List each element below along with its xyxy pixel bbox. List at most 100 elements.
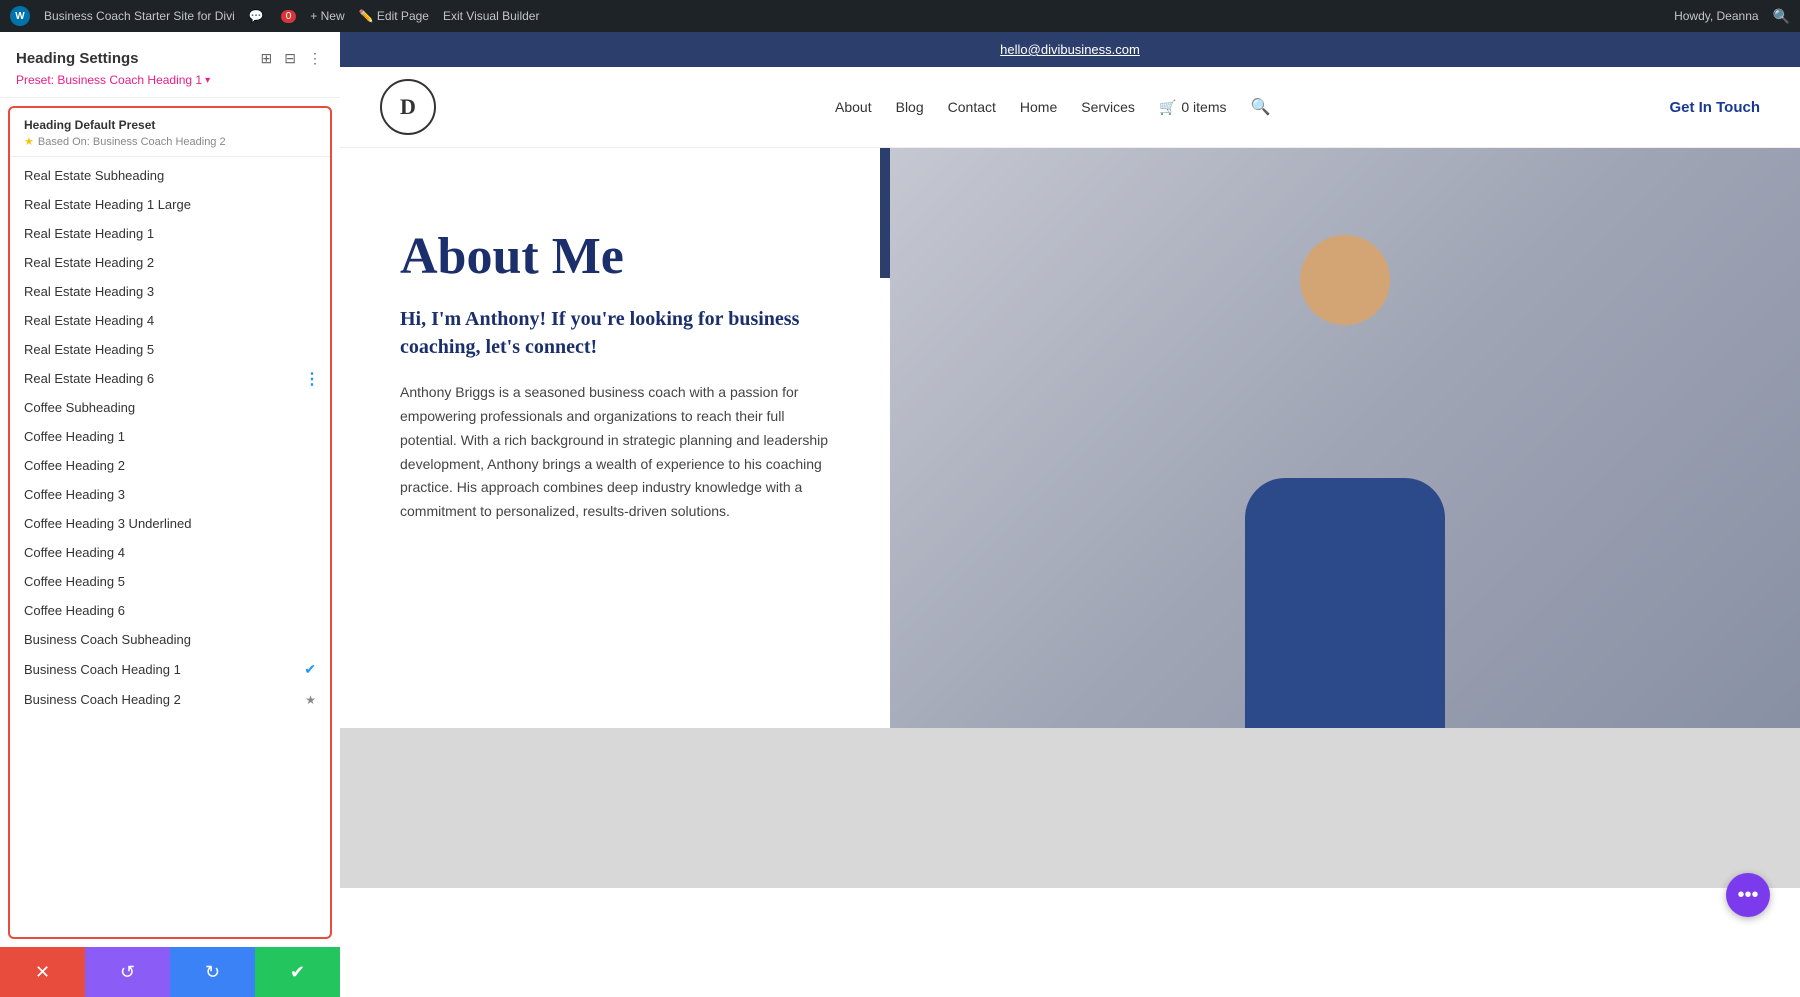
close-button[interactable]: ✕ [0,947,85,997]
main-layout: Heading Settings ⊞ ⊟ ⋮ Preset: Business … [0,32,1800,997]
comments-icon[interactable]: 💬 [249,9,264,23]
nav-contact[interactable]: Contact [948,99,996,115]
preset-arrow-icon: ▾ [205,75,210,86]
preset-item-business-coach-heading-1[interactable]: Business Coach Heading 1✔ [10,654,330,685]
admin-bar: W Business Coach Starter Site for Divi 💬… [0,0,1800,32]
about-subheading: Hi, I'm Anthony! If you're looking for b… [400,305,830,361]
admin-bar-left: W Business Coach Starter Site for Divi 💬… [10,6,539,26]
person-figure [890,148,1800,728]
preset-item-real-estate-subheading[interactable]: Real Estate Subheading [10,161,330,190]
default-preset-based: ★ Based On: Business Coach Heading 2 [24,135,316,148]
undo-button[interactable]: ↺ [85,947,170,997]
floating-action-button[interactable]: ••• [1726,873,1770,917]
star-icon: ★ [24,135,34,148]
site-name-link[interactable]: Business Coach Starter Site for Divi [44,9,235,23]
preset-item-coffee-heading-2[interactable]: Coffee Heading 2 [10,451,330,480]
nav-blog[interactable]: Blog [896,99,924,115]
preset-item-label: Coffee Heading 4 [24,545,316,560]
panel-title-icons: ⊞ ⊟ ⋮ [259,48,324,69]
redo-button[interactable]: ↻ [170,947,255,997]
preset-check-icon: ✔ [304,661,316,678]
preset-item-label: Coffee Heading 1 [24,429,316,444]
site-logo[interactable]: D [380,79,436,135]
preset-item-label: Real Estate Heading 1 [24,226,316,241]
gray-footer-area [340,728,1800,888]
preset-item-label: Real Estate Heading 4 [24,313,316,328]
preset-item-label: Real Estate Subheading [24,168,316,183]
preset-item-real-estate-heading-5[interactable]: Real Estate Heading 5 [10,335,330,364]
preset-item-real-estate-heading-2[interactable]: Real Estate Heading 2 [10,248,330,277]
preset-item-label: Business Coach Heading 1 [24,662,304,677]
preset-item-label: Business Coach Subheading [24,632,316,647]
close-icon: ✕ [35,962,50,983]
preset-item-coffee-heading-3[interactable]: Coffee Heading 3 [10,480,330,509]
about-heading: About Me [400,228,830,285]
nav-services[interactable]: Services [1081,99,1135,115]
site-navigation: D About Blog Contact Home Services 🛒 0 i… [340,67,1800,148]
preset-item-coffee-subheading[interactable]: Coffee Subheading [10,393,330,422]
preset-item-label: Coffee Heading 6 [24,603,316,618]
person-head [1300,235,1390,325]
more-icon-button[interactable]: ⋮ [306,48,324,69]
nav-about[interactable]: About [835,99,872,115]
edit-page-link[interactable]: ✏️ Edit Page [359,9,429,23]
wp-logo-icon[interactable]: W [10,6,30,26]
preset-item-label: Real Estate Heading 5 [24,342,316,357]
nav-search-button[interactable]: 🔍 [1251,97,1271,117]
right-panel: hello@divibusiness.com D About Blog Cont… [340,32,1800,997]
preset-item-coffee-heading-5[interactable]: Coffee Heading 5 [10,567,330,596]
undo-icon: ↺ [120,962,135,983]
preset-item-real-estate-heading-3[interactable]: Real Estate Heading 3 [10,277,330,306]
new-button[interactable]: + New [310,9,344,23]
panel-title-row: Heading Settings ⊞ ⊟ ⋮ [16,48,324,69]
nav-home[interactable]: Home [1020,99,1057,115]
person-body [1245,478,1445,728]
preset-item-label: Coffee Heading 5 [24,574,316,589]
preset-item-business-coach-heading-2[interactable]: Business Coach Heading 2★ [10,685,330,714]
admin-search-icon[interactable]: 🔍 [1773,8,1790,25]
preset-item-real-estate-heading-4[interactable]: Real Estate Heading 4 [10,306,330,335]
nav-links: About Blog Contact Home Services 🛒 0 ite… [835,97,1270,117]
about-section: About Me Hi, I'm Anthony! If you're look… [340,148,1800,728]
howdy-text: Howdy, Deanna [1674,9,1759,23]
preset-dots-icon[interactable]: ⋮ [304,369,320,389]
preset-item-coffee-heading-4[interactable]: Coffee Heading 4 [10,538,330,567]
preset-list: Real Estate Subheading Real Estate Headin… [10,157,330,718]
preset-item-real-estate-heading-1[interactable]: Real Estate Heading 1 [10,219,330,248]
preset-item-real-estate-heading-6[interactable]: Real Estate Heading 6⋮ [10,364,330,393]
cart-count: 0 items [1181,99,1226,115]
preset-item-label: Real Estate Heading 6 [24,371,316,386]
split-icon-button[interactable]: ⊟ [282,48,298,69]
preset-label-text: Preset: Business Coach Heading 1 [16,73,202,87]
comment-count-badge: 0 [281,10,297,23]
layout-icon-button[interactable]: ⊞ [259,48,275,69]
site-email-link[interactable]: hello@divibusiness.com [1000,42,1140,57]
save-button[interactable]: ✔ [255,947,340,997]
about-body-text: Anthony Briggs is a seasoned business co… [400,381,830,524]
site-email-bar: hello@divibusiness.com [340,32,1800,67]
about-image-column [880,148,1800,728]
redo-icon: ↻ [205,962,220,983]
admin-bar-right: Howdy, Deanna 🔍 [1674,8,1790,25]
preset-item-label: Real Estate Heading 1 Large [24,197,316,212]
preset-star-icon: ★ [305,693,316,707]
nav-cta[interactable]: Get In Touch [1669,99,1760,116]
exit-visual-builder-link[interactable]: Exit Visual Builder [443,9,540,23]
preset-item-coffee-heading-3-underlined[interactable]: Coffee Heading 3 Underlined [10,509,330,538]
left-panel: Heading Settings ⊞ ⊟ ⋮ Preset: Business … [0,32,340,997]
cart-icon: 🛒 [1159,99,1176,116]
floating-action-icon: ••• [1737,884,1758,907]
preset-item-coffee-heading-1[interactable]: Coffee Heading 1 [10,422,330,451]
about-content: About Me Hi, I'm Anthony! If you're look… [340,148,880,728]
preset-item-label: Business Coach Heading 2 [24,692,305,707]
preset-item-coffee-heading-6[interactable]: Coffee Heading 6 [10,596,330,625]
based-on-text: Based On: Business Coach Heading 2 [38,136,226,148]
default-preset-section: Heading Default Preset ★ Based On: Busin… [10,108,330,157]
preset-item-label: Coffee Heading 3 [24,487,316,502]
panel-header: Heading Settings ⊞ ⊟ ⋮ Preset: Business … [0,32,340,98]
preset-selector[interactable]: Preset: Business Coach Heading 1 ▾ [16,73,324,87]
preset-item-real-estate-heading-1-large[interactable]: Real Estate Heading 1 Large [10,190,330,219]
edit-icon: ✏️ [359,9,374,23]
nav-cart[interactable]: 🛒 0 items [1159,99,1227,116]
preset-item-business-coach-subheading[interactable]: Business Coach Subheading [10,625,330,654]
